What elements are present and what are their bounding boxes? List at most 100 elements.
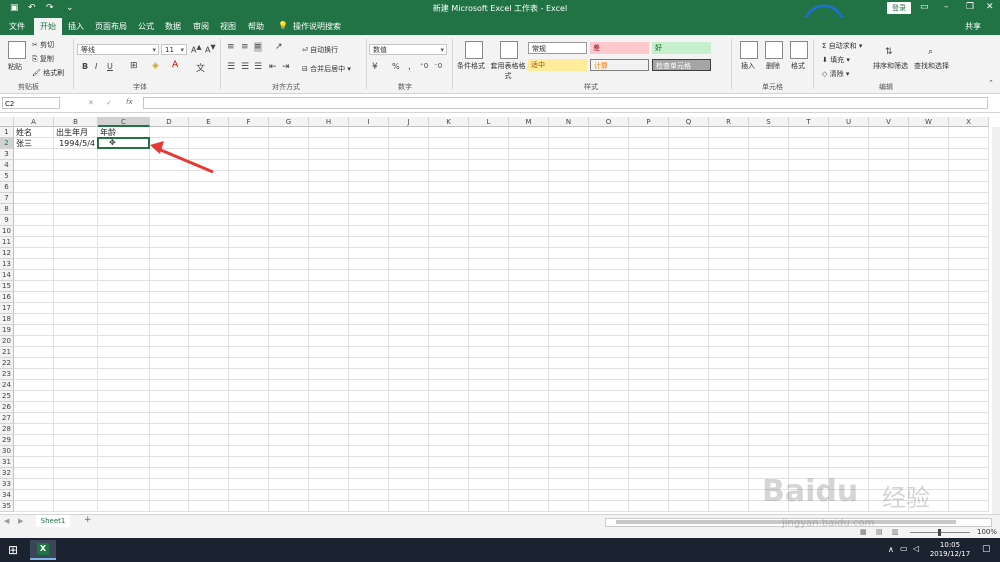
- table-format-button[interactable]: 套用表格格式: [490, 61, 526, 81]
- align-bottom-icon[interactable]: ≡: [254, 42, 262, 52]
- increase-indent-icon[interactable]: ⇥: [282, 62, 290, 72]
- find-select-icon[interactable]: ⌕: [928, 47, 933, 57]
- page-layout-view-icon[interactable]: ▤: [876, 528, 883, 536]
- worksheet-grid[interactable]: ABCDEFGHIJKLMNOPQRSTUVWX 1 2 3 4 5 6 7 8 9 10 11 12…: [0, 117, 992, 514]
- bold-button[interactable]: B: [82, 62, 88, 71]
- name-box[interactable]: C2: [2, 97, 60, 109]
- clear-label: 清除: [829, 70, 844, 78]
- close-icon[interactable]: ✕: [986, 2, 994, 12]
- insert-cells-button[interactable]: 插入: [741, 61, 755, 71]
- fill-color-icon[interactable]: ◈: [152, 61, 159, 71]
- collapse-ribbon-icon[interactable]: ⌃: [988, 79, 994, 87]
- decrease-font-icon[interactable]: A▼: [205, 43, 216, 55]
- align-right-icon[interactable]: ☰: [254, 62, 262, 72]
- share-button[interactable]: 共享: [965, 21, 981, 32]
- underline-button[interactable]: U: [107, 62, 113, 71]
- wrap-text-button[interactable]: ⏎ 自动换行: [302, 45, 338, 55]
- decrease-indent-icon[interactable]: ⇤: [269, 62, 277, 72]
- zoom-level[interactable]: 100%: [977, 528, 997, 536]
- confirm-entry-icon[interactable]: ✓: [106, 99, 112, 107]
- italic-button[interactable]: I: [95, 62, 97, 71]
- page-break-view-icon[interactable]: ▥: [892, 528, 899, 536]
- network-icon[interactable]: ▭: [900, 544, 908, 553]
- style-good[interactable]: 好: [652, 42, 711, 54]
- tab-formulas[interactable]: 公式: [138, 21, 154, 32]
- font-size-select[interactable]: 11 ▾: [161, 44, 187, 55]
- ribbon-options-icon[interactable]: ▭: [920, 2, 929, 12]
- delete-cells-icon[interactable]: [765, 41, 783, 59]
- normal-view-icon[interactable]: ▦: [860, 528, 867, 536]
- align-left-icon[interactable]: ☰: [227, 62, 235, 72]
- paste-icon[interactable]: [8, 41, 26, 59]
- clear-button[interactable]: ◇ 清除 ▾: [822, 69, 849, 79]
- autosum-button[interactable]: Σ 自动求和 ▾: [822, 41, 862, 51]
- login-button[interactable]: 登录: [887, 2, 911, 14]
- number-format-select[interactable]: 数值 ▾: [369, 44, 447, 55]
- format-painter-label: 格式刷: [43, 69, 65, 77]
- format-cells-icon[interactable]: [790, 41, 808, 59]
- paste-button[interactable]: 粘贴: [8, 62, 22, 72]
- tab-view[interactable]: 视图: [220, 21, 236, 32]
- table-format-icon[interactable]: [500, 41, 518, 59]
- style-bad[interactable]: 差: [590, 42, 649, 54]
- tab-data[interactable]: 数据: [165, 21, 181, 32]
- delete-cells-button[interactable]: 删除: [766, 61, 780, 71]
- minimize-icon[interactable]: –: [944, 2, 949, 12]
- align-middle-icon[interactable]: ≡: [241, 42, 249, 52]
- clock[interactable]: 10:05 2019/12/17: [928, 541, 972, 559]
- merge-center-button[interactable]: ⊟ 合并后居中 ▾: [302, 64, 351, 74]
- comma-style-icon[interactable]: ,: [408, 62, 411, 72]
- notifications-icon[interactable]: ▢: [982, 544, 991, 554]
- tab-review[interactable]: 审阅: [193, 21, 209, 32]
- increase-font-icon[interactable]: A▲: [191, 43, 202, 55]
- currency-icon[interactable]: ¥: [372, 62, 378, 72]
- increase-decimal-icon[interactable]: ⁺0: [420, 62, 428, 70]
- zoom-slider[interactable]: [910, 529, 970, 536]
- fill-button[interactable]: ⬇ 填充 ▾: [822, 55, 850, 65]
- cut-button[interactable]: ✂ 剪切: [32, 40, 54, 50]
- prev-sheet-icon[interactable]: ◀: [4, 517, 9, 525]
- conditional-format-icon[interactable]: [465, 41, 483, 59]
- horizontal-scrollbar[interactable]: [605, 518, 992, 527]
- style-calculation[interactable]: 计算: [590, 59, 649, 71]
- formula-input[interactable]: [143, 97, 988, 109]
- restore-icon[interactable]: ❐: [966, 2, 974, 12]
- percent-button[interactable]: %: [392, 62, 400, 71]
- tab-page-layout[interactable]: 页面布局: [95, 21, 127, 32]
- insert-cells-icon[interactable]: [740, 41, 758, 59]
- style-check-cell[interactable]: 检查单元格: [652, 59, 711, 71]
- conditional-format-button[interactable]: 条件格式: [457, 61, 485, 71]
- find-select-button[interactable]: 查找和选择: [914, 61, 949, 71]
- tell-me-search[interactable]: 操作说明搜索: [293, 21, 341, 32]
- tab-insert[interactable]: 插入: [68, 21, 84, 32]
- sort-filter-icon[interactable]: ⇅: [885, 47, 893, 57]
- insert-function-button[interactable]: fx: [126, 98, 133, 106]
- format-cells-button[interactable]: 格式: [791, 61, 805, 71]
- volume-icon[interactable]: ◁: [913, 544, 919, 553]
- zoom-slider-thumb[interactable]: [938, 529, 941, 536]
- format-painter-button[interactable]: 🖌 格式刷: [32, 68, 64, 78]
- style-normal[interactable]: 常规: [528, 42, 587, 54]
- align-top-icon[interactable]: ≡: [227, 42, 235, 52]
- add-sheet-button[interactable]: +: [84, 515, 92, 525]
- copy-button[interactable]: ⎘ 复制: [32, 54, 54, 64]
- borders-icon[interactable]: ⊞: [130, 61, 138, 71]
- next-sheet-icon[interactable]: ▶: [18, 517, 23, 525]
- excel-taskbar-button[interactable]: X: [30, 540, 56, 560]
- tray-chevron-icon[interactable]: ∧: [888, 545, 894, 554]
- tab-home[interactable]: 开始: [34, 18, 62, 35]
- vertical-scrollbar[interactable]: [992, 127, 1000, 514]
- orientation-icon[interactable]: ↗: [275, 42, 283, 52]
- font-name-select[interactable]: 等线 ▾: [77, 44, 159, 55]
- scrollbar-thumb[interactable]: [616, 520, 956, 524]
- tab-help[interactable]: 帮助: [248, 21, 264, 32]
- sort-filter-button[interactable]: 排序和筛选: [873, 61, 908, 71]
- cancel-entry-icon[interactable]: ✕: [88, 99, 94, 107]
- style-neutral[interactable]: 适中: [528, 59, 587, 71]
- tab-file[interactable]: 文件: [9, 21, 25, 32]
- decrease-decimal-icon[interactable]: ⁻0: [434, 62, 442, 70]
- windows-start-icon[interactable]: ⊞: [8, 543, 18, 557]
- font-color-icon[interactable]: A: [172, 60, 178, 70]
- align-center-icon[interactable]: ☰: [241, 62, 249, 72]
- phonetic-icon[interactable]: 文: [196, 61, 205, 74]
